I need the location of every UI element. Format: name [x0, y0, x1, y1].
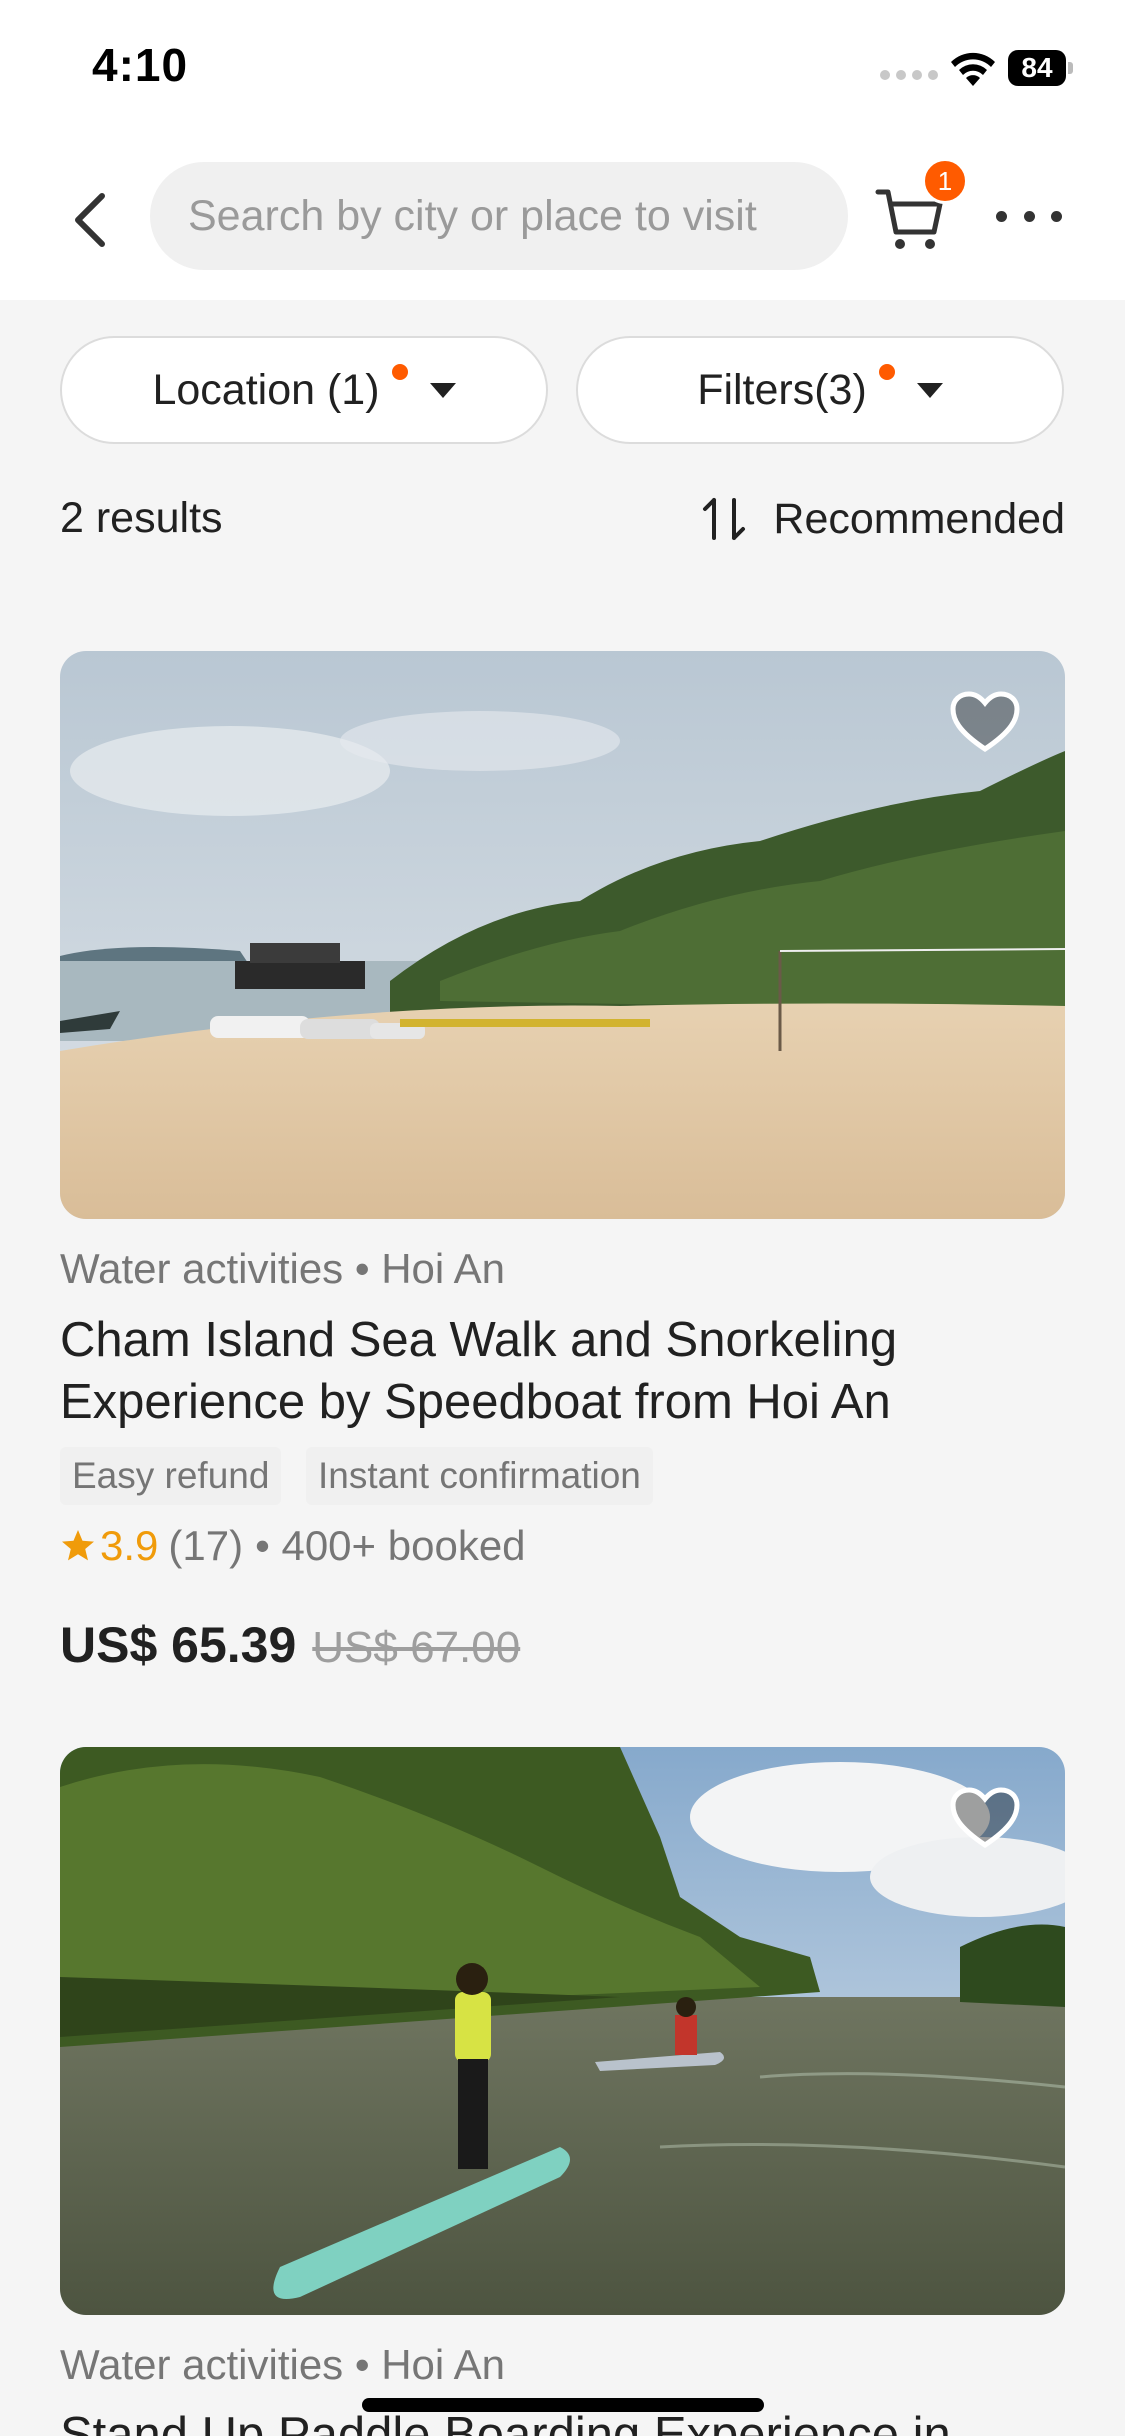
activity-image[interactable] — [60, 1747, 1065, 2315]
current-price: US$ 65.39 — [60, 1617, 297, 1673]
caret-down-icon — [916, 382, 943, 398]
activity-category: Water activities • Hoi An — [60, 1245, 505, 1292]
star-icon — [62, 1530, 94, 1561]
rating-value: 3.9 — [100, 1522, 159, 1569]
easy-refund-tag: Easy refund — [60, 1447, 282, 1505]
battery-level: 84 — [1021, 52, 1053, 83]
filters-chip[interactable]: Filters(3) — [576, 336, 1064, 444]
top-navigation-bar: 1 — [0, 140, 1125, 300]
sort-arrows-icon — [703, 498, 746, 540]
home-indicator — [362, 2398, 764, 2412]
results-count: 2 results — [60, 494, 223, 542]
heart-icon[interactable] — [950, 691, 1020, 753]
activity-title[interactable]: Cham Island Sea Walk and Snorkeling Expe… — [60, 1309, 1070, 1433]
paddleboard-photo — [60, 1747, 1065, 2315]
sort-label: Recommended — [773, 494, 1065, 543]
original-price: US$ 67.00 — [312, 1623, 521, 1672]
chevron-left-icon — [75, 193, 105, 247]
heart-icon[interactable] — [950, 1787, 1020, 1849]
activity-category: Water activities • Hoi An — [60, 2341, 505, 2388]
search-input[interactable] — [188, 162, 828, 270]
booked-count: • 400+ booked — [255, 1522, 526, 1569]
active-indicator-dot — [391, 364, 408, 380]
price-row: US$ 65.39 US$ 67.00 — [60, 1616, 520, 1674]
status-bar: 4:10 84 — [0, 0, 1125, 140]
location-filter-chip[interactable]: Location (1) — [60, 336, 548, 444]
filters-label: Filters(3) — [697, 365, 867, 414]
wifi-icon — [951, 52, 995, 86]
rating-row: 3.9 (17) • 400+ booked — [60, 1522, 526, 1570]
search-box[interactable] — [150, 162, 848, 270]
back-button[interactable] — [60, 184, 120, 256]
cart-count-badge: 1 — [922, 158, 968, 204]
battery-icon: 84 — [1008, 50, 1073, 86]
review-count: (17) — [168, 1522, 244, 1569]
activity-image[interactable] — [60, 651, 1065, 1219]
caret-down-icon — [429, 382, 456, 398]
active-indicator-dot — [878, 364, 895, 380]
beach-photo — [60, 651, 1065, 1219]
status-time: 4:10 — [92, 39, 189, 91]
cellular-signal-icon — [880, 70, 938, 80]
activity-search-results-screen: 4:10 84 1 — [0, 0, 1125, 2436]
sort-button[interactable]: Recommended — [699, 494, 1065, 544]
location-filter-label: Location (1) — [152, 365, 380, 414]
more-horizontal-icon — [996, 210, 1007, 222]
more-options-button[interactable] — [996, 204, 1062, 228]
instant-confirmation-tag: Instant confirmation — [306, 1447, 653, 1505]
